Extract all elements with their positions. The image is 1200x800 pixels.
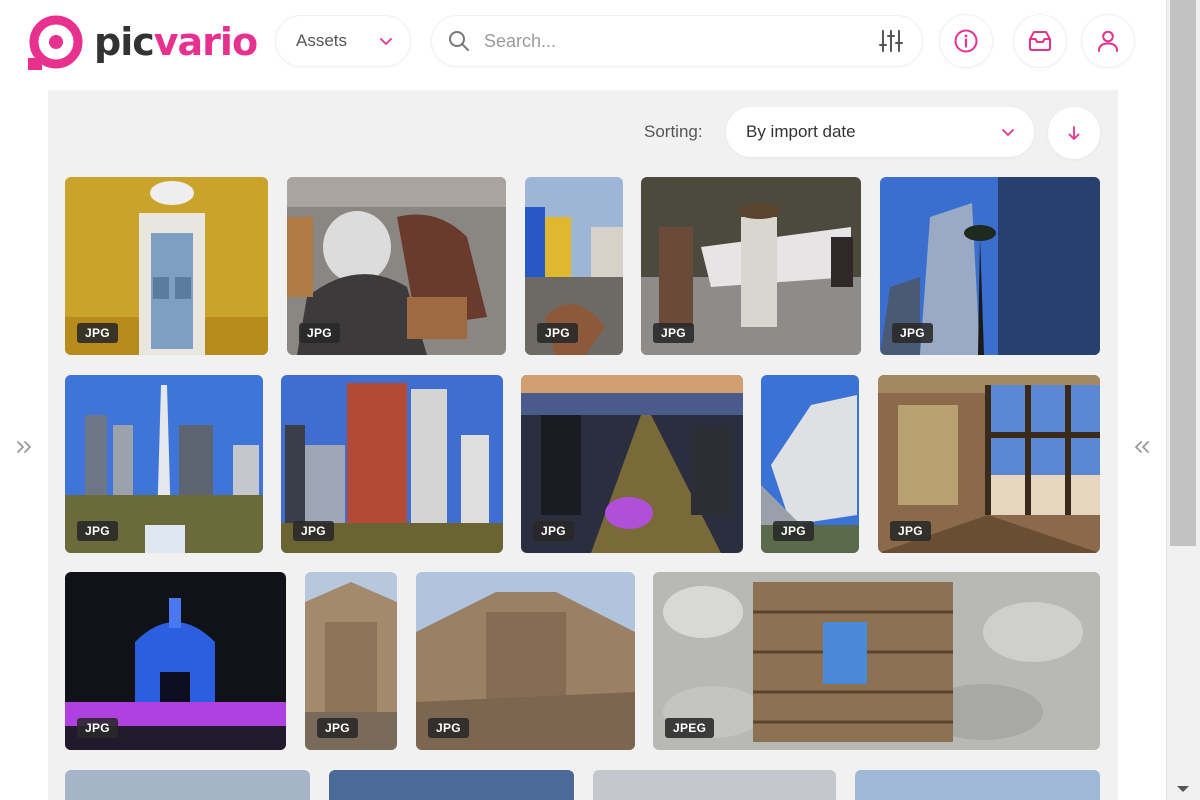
arrow-down-icon — [1068, 126, 1080, 140]
asset-thumbnail[interactable]: JPEG — [653, 572, 1100, 750]
file-format-badge: JPG — [77, 323, 118, 343]
user-icon — [1098, 30, 1118, 52]
thumbnail-image — [653, 572, 1100, 750]
file-format-badge: JPG — [892, 323, 933, 343]
sorting-selected-value: By import date — [746, 122, 856, 141]
info-button[interactable] — [940, 15, 992, 67]
file-format-badge: JPG — [299, 323, 340, 343]
info-icon — [954, 29, 978, 53]
asset-thumbnail[interactable]: JPG — [878, 375, 1100, 553]
sorting-dropdown[interactable]: By import date — [726, 107, 1034, 157]
file-format-badge: JPG — [773, 521, 814, 541]
sort-direction-button[interactable] — [1048, 107, 1100, 159]
logo-wordmark: picvario — [94, 20, 258, 64]
asset-thumbnail[interactable]: JPG — [65, 375, 263, 553]
search-input[interactable] — [484, 26, 864, 56]
asset-thumbnail[interactable]: JPG — [880, 177, 1100, 355]
file-format-badge: JPEG — [665, 718, 715, 738]
inbox-icon — [1029, 31, 1051, 51]
filters-icon[interactable] — [878, 29, 904, 53]
asset-thumbnail[interactable] — [855, 770, 1100, 800]
file-format-badge: JPG — [537, 323, 578, 343]
thumbnail-image — [329, 770, 574, 800]
logo-text-pic: pic — [94, 20, 155, 64]
asset-thumbnail[interactable]: JPG — [65, 177, 268, 355]
search-icon — [449, 31, 469, 51]
scroll-down-arrow-icon[interactable] — [1176, 784, 1190, 794]
logo-icon — [28, 15, 83, 70]
user-button[interactable] — [1082, 15, 1134, 67]
inbox-button[interactable] — [1014, 15, 1066, 67]
picvario-logo[interactable]: picvario — [28, 14, 258, 70]
file-format-badge: JPG — [317, 718, 358, 738]
asset-thumbnail[interactable] — [329, 770, 574, 800]
thumbnail-image — [593, 770, 836, 800]
asset-thumbnail[interactable] — [593, 770, 836, 800]
thumbnail-image — [855, 770, 1100, 800]
search-bar — [432, 16, 922, 66]
double-chevron-right-icon[interactable] — [14, 437, 34, 457]
assets-dropdown-label: Assets — [296, 31, 348, 50]
app-header: picvario Assets — [0, 0, 1166, 88]
chevron-down-icon — [380, 38, 392, 45]
asset-thumbnail[interactable]: JPG — [305, 572, 397, 750]
file-format-badge: JPG — [428, 718, 469, 738]
file-format-badge: JPG — [533, 521, 574, 541]
asset-thumbnail[interactable]: JPG — [281, 375, 503, 553]
sorting-label: Sorting: — [644, 122, 703, 141]
assets-dropdown[interactable]: Assets — [276, 16, 410, 66]
double-chevron-left-icon[interactable] — [1132, 437, 1152, 457]
logo-text-vario: vario — [153, 20, 258, 64]
asset-thumbnail[interactable]: JPG — [65, 572, 286, 750]
asset-thumbnail[interactable]: JPG — [525, 177, 623, 355]
asset-thumbnail[interactable]: JPG — [521, 375, 743, 553]
file-format-badge: JPG — [293, 521, 334, 541]
asset-thumbnail[interactable]: JPG — [287, 177, 506, 355]
file-format-badge: JPG — [77, 521, 118, 541]
file-format-badge: JPG — [653, 323, 694, 343]
chevron-down-icon — [1002, 129, 1014, 136]
asset-thumbnail[interactable]: JPG — [761, 375, 859, 553]
file-format-badge: JPG — [890, 521, 931, 541]
scrollbar-thumb[interactable] — [1170, 0, 1196, 546]
file-format-badge: JPG — [77, 718, 118, 738]
thumbnail-image — [65, 770, 310, 800]
asset-thumbnail[interactable] — [65, 770, 310, 800]
asset-thumbnail[interactable]: JPG — [416, 572, 635, 750]
asset-thumbnail[interactable]: JPG — [641, 177, 861, 355]
